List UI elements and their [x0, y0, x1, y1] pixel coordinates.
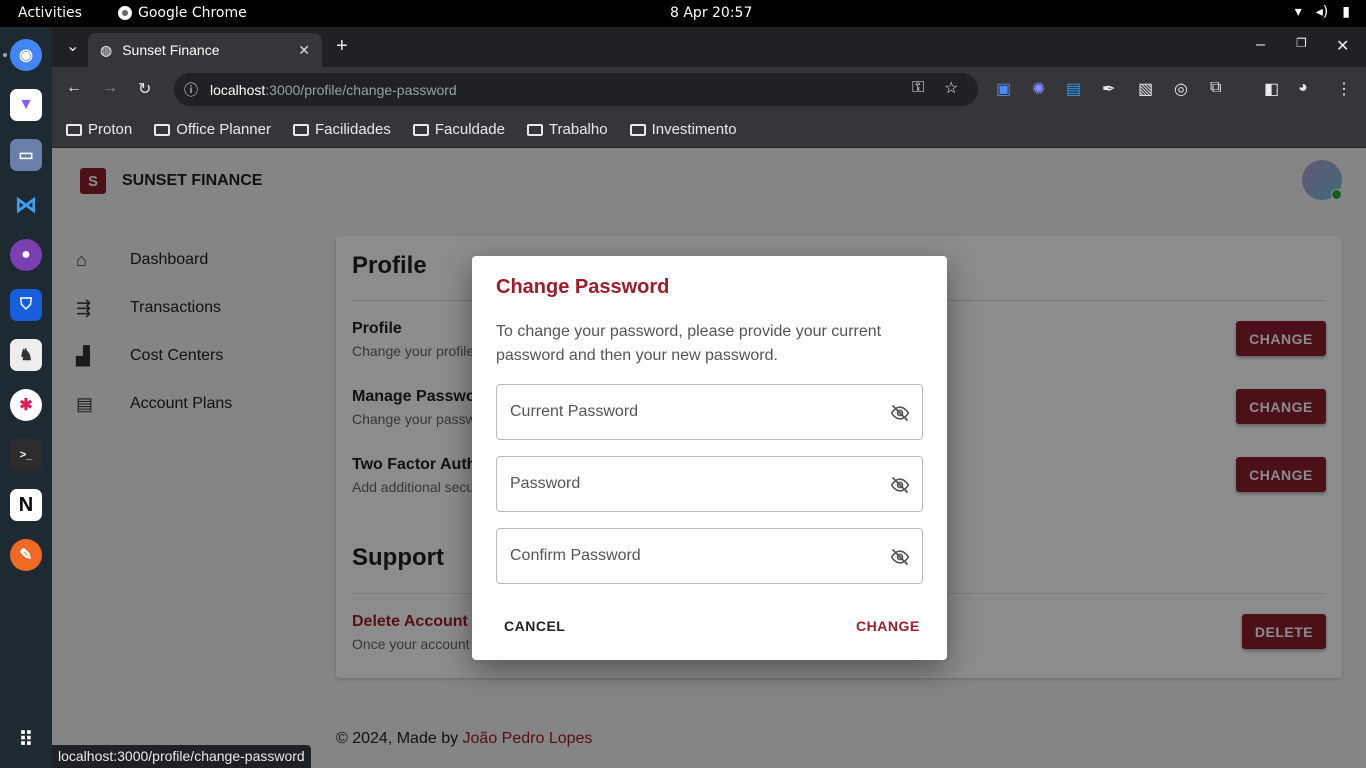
tab-title: Sunset Finance — [122, 42, 220, 58]
dialog-description: To change your password, please provide … — [496, 323, 882, 364]
folder-icon — [526, 123, 543, 136]
profile-icon[interactable]: ◕ — [1298, 79, 1308, 97]
eye-off-icon[interactable] — [890, 403, 910, 423]
restore-icon[interactable]: ❐ — [1296, 36, 1307, 50]
url-host: localhost — [210, 81, 266, 98]
minimize-icon[interactable]: – — [1256, 36, 1265, 54]
back-icon[interactable]: ← — [66, 79, 82, 97]
eye-off-icon[interactable] — [890, 475, 910, 495]
dialog-title: Change Password — [496, 276, 670, 298]
chrome-icon — [118, 6, 132, 20]
toolbar: ← → ↻ ⓘ localhost:3000/profile/change-pa… — [52, 67, 1366, 112]
url-path: :3000/profile/change-password — [265, 81, 457, 98]
folder-icon — [412, 123, 429, 136]
extension-icon[interactable]: ▧ — [1138, 79, 1153, 99]
bookmark-label: Faculdade — [434, 121, 505, 138]
bookmark-label: Investimento — [651, 121, 737, 138]
running-indicator — [3, 53, 7, 57]
terminal-icon[interactable]: >_ — [10, 439, 42, 471]
new-tab-icon[interactable]: + — [336, 35, 348, 58]
tab-bar: ⌄ ◍ Sunset Finance ✕ + – ❐ ✕ — [52, 27, 1366, 67]
extension-icon[interactable]: ▣ — [996, 79, 1011, 99]
cancel-button[interactable]: CANCEL — [504, 618, 565, 634]
reload-icon[interactable]: ↻ — [138, 79, 151, 99]
show-apps-icon[interactable]: ⠿ — [10, 723, 42, 755]
field-label: Confirm Password — [510, 547, 641, 564]
github-icon[interactable]: ● — [10, 239, 42, 271]
bookmark-folder[interactable]: Trabalho — [526, 121, 608, 138]
chrome-dock-icon[interactable]: ◉ — [10, 39, 42, 71]
system-top-bar: Activities Google Chrome 8 Apr 20:57 ▾ ◂… — [0, 0, 1366, 27]
field-label: Password — [510, 475, 581, 492]
bookmark-label: Trabalho — [548, 121, 608, 138]
activities-button[interactable]: Activities — [18, 5, 82, 21]
proton-vpn-icon[interactable]: ▼ — [10, 89, 42, 121]
app-menu[interactable]: Google Chrome — [118, 5, 247, 21]
bookmark-folder[interactable]: Faculdade — [412, 121, 505, 138]
eye-off-icon[interactable] — [890, 547, 910, 567]
bookmark-folder[interactable]: Investimento — [629, 121, 737, 138]
folder-icon — [154, 123, 171, 136]
change-password-dialog: Change Password To change your password,… — [472, 256, 947, 660]
wifi-icon: ▾ — [1294, 4, 1302, 20]
extension-icon[interactable]: ▤ — [1066, 79, 1081, 99]
field-label: Current Password — [510, 403, 639, 420]
clock[interactable]: 8 Apr 20:57 — [670, 5, 752, 21]
folder-icon — [629, 123, 646, 136]
app-icon[interactable]: ♞ — [10, 339, 42, 371]
bookmark-folder[interactable]: Proton — [66, 121, 132, 138]
notion-icon[interactable]: N — [10, 489, 42, 521]
postman-icon[interactable]: ✎ — [10, 539, 42, 571]
slack-icon[interactable]: ✱ — [10, 389, 42, 421]
forward-icon[interactable]: → — [102, 79, 118, 97]
close-window-icon[interactable]: ✕ — [1336, 36, 1349, 56]
address-bar[interactable]: ⓘ localhost:3000/profile/change-password… — [174, 73, 978, 106]
side-panel-icon[interactable]: ◧ — [1264, 79, 1279, 99]
volume-icon: ◂) — [1315, 4, 1329, 20]
system-tray[interactable]: ▾ ◂) ▮ — [1295, 4, 1350, 20]
menu-icon[interactable]: ⋮ — [1336, 79, 1352, 99]
bitwarden-icon[interactable]: ⛉ — [10, 289, 42, 321]
extension-icon[interactable]: ◎ — [1174, 79, 1188, 99]
bookmark-label: Proton — [88, 121, 133, 138]
folder-icon — [66, 123, 82, 136]
confirm-change-button[interactable]: CHANGE — [856, 618, 920, 634]
current-password-field[interactable]: Current Password — [496, 384, 923, 440]
bookmark-folder[interactable]: Office Planner — [154, 121, 271, 138]
close-tab-icon[interactable]: ✕ — [298, 42, 310, 59]
globe-icon: ◍ — [100, 41, 113, 58]
battery-icon: ▮ — [1342, 4, 1350, 20]
eyedropper-icon[interactable]: ✒ — [1102, 79, 1115, 99]
app-name: Google Chrome — [138, 5, 247, 21]
site-info-icon[interactable]: ⓘ — [184, 80, 198, 100]
extensions-puzzle-icon[interactable]: ⧉ — [1210, 79, 1221, 97]
password-field[interactable]: Password — [496, 456, 923, 512]
files-icon[interactable]: ▭ — [10, 139, 42, 171]
web-page: S SUNSET FINANCE ⌂ Dashboard ⇶ Transaction… — [52, 148, 1366, 768]
tab-sunset-finance[interactable]: ◍ Sunset Finance ✕ — [88, 33, 322, 67]
bookmarks-bar: Proton Office Planner Facilidades Faculd… — [52, 112, 1366, 148]
key-icon[interactable]: ⚿ — [912, 79, 924, 97]
bookmark-folder[interactable]: Facilidades — [292, 121, 391, 138]
confirm-password-field[interactable]: Confirm Password — [496, 528, 923, 584]
vscode-icon[interactable]: ⋈ — [10, 189, 42, 221]
bookmark-star-icon[interactable]: ☆ — [944, 78, 958, 98]
extension-icon[interactable]: ✺ — [1032, 79, 1045, 99]
folder-icon — [292, 123, 309, 136]
bookmark-label: Office Planner — [176, 121, 271, 138]
status-bar-url: localhost:3000/profile/change-password — [52, 745, 311, 768]
tab-search-icon[interactable]: ⌄ — [66, 36, 79, 56]
bookmark-label: Facilidades — [314, 121, 391, 138]
dock: ◉ ▼ ▭ ⋈ ● ⛉ ♞ ✱ >_ N ✎ ⠿ — [0, 27, 52, 768]
